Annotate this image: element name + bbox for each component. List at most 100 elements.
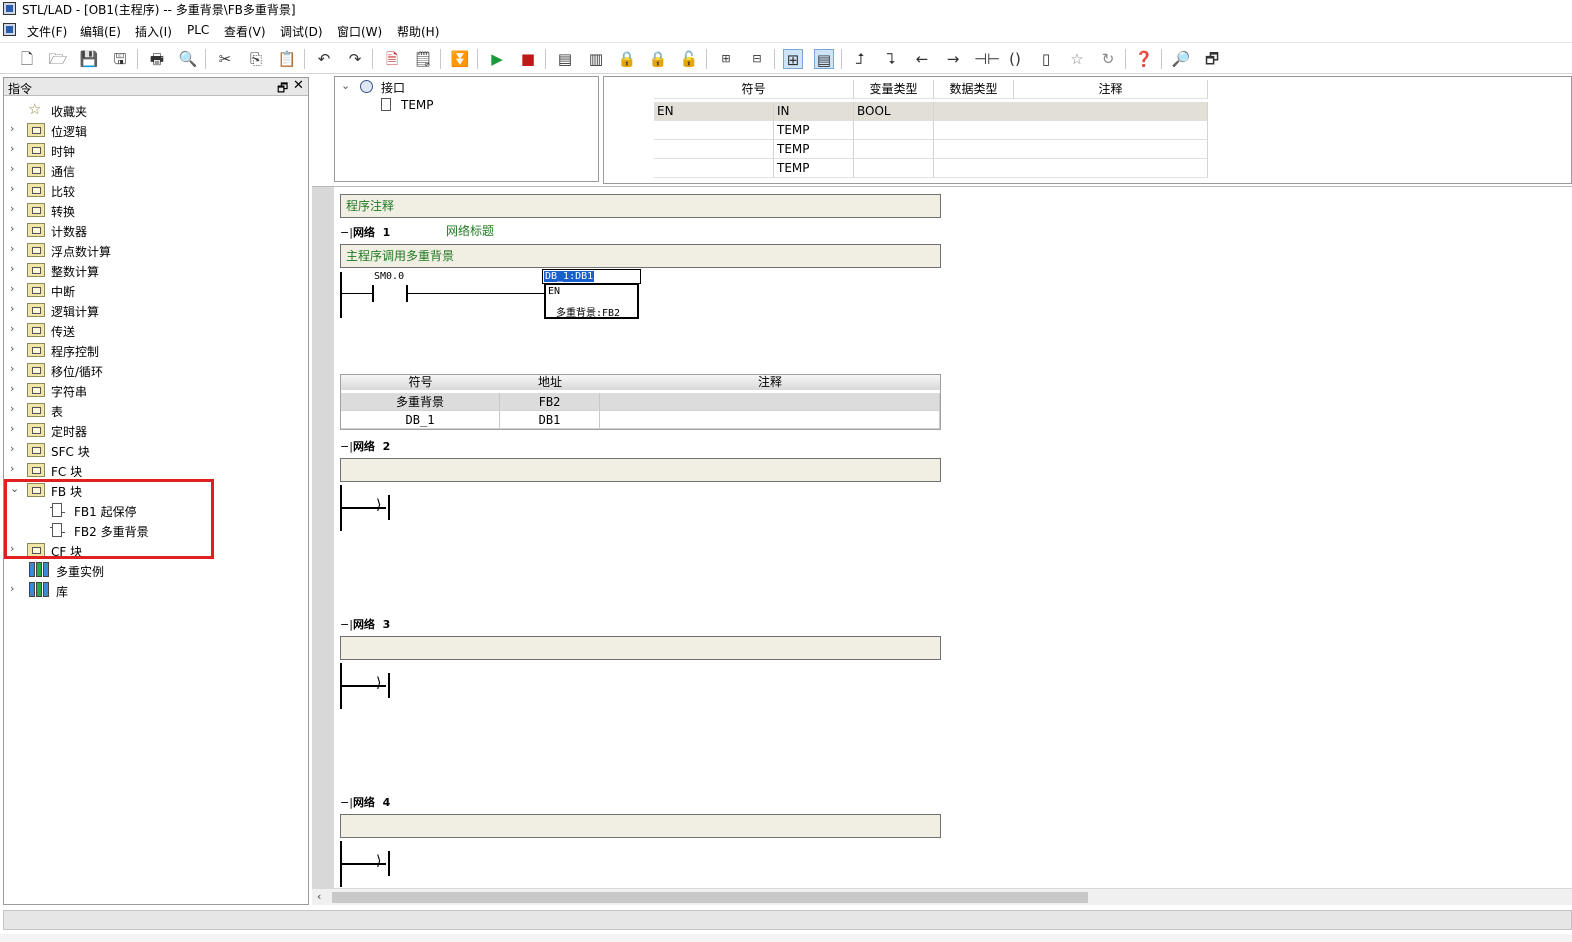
tree-item-bit-logic[interactable]: › 位逻辑 (4, 120, 308, 140)
tree-item-table[interactable]: › 表 (4, 400, 308, 420)
tree-item-clock[interactable]: › 时钟 (4, 140, 308, 160)
chevron-right-icon[interactable]: › (10, 322, 20, 335)
tree-item-float-math[interactable]: › 浮点数计算 (4, 240, 308, 260)
unlock-icon[interactable]: 🔓 (679, 49, 699, 69)
context-help-icon[interactable]: ❓ (1134, 49, 1154, 69)
chevron-right-icon[interactable]: › (10, 422, 20, 435)
iface-cell[interactable]: BOOL (854, 102, 934, 121)
ladder-view-icon[interactable]: ⊞ (783, 49, 803, 69)
window-restore-icon[interactable]: 🗗 (1202, 49, 1222, 69)
tree-item-favorites[interactable]: ☆ 收藏夹 (4, 100, 308, 120)
tree-item-program-control[interactable]: › 程序控制 (4, 340, 308, 360)
iface-cell[interactable] (654, 140, 774, 159)
scroll-thumb[interactable] (332, 892, 1088, 903)
chevron-right-icon[interactable]: › (10, 362, 20, 375)
copy-icon[interactable]: ⎘ (246, 49, 266, 69)
iface-cell[interactable] (854, 140, 934, 159)
network-3-comment[interactable] (340, 636, 941, 660)
menu-edit[interactable]: 编辑(E) (80, 23, 121, 40)
st-cell[interactable]: DB1 (500, 411, 600, 429)
network-2-title[interactable]: −|网络 2 (340, 438, 390, 454)
tree-item-move[interactable]: › 传送 (4, 320, 308, 340)
instance-db-field[interactable]: DB_1:DB1 (542, 269, 641, 284)
print-icon[interactable]: 🖶 (147, 49, 167, 69)
compile-all-icon[interactable]: 🗒 (413, 49, 433, 69)
line-down-icon[interactable]: ⮧ (881, 49, 901, 69)
undo-icon[interactable]: ↶ (314, 49, 334, 69)
iface-cell[interactable]: EN (654, 102, 774, 121)
menu-view[interactable]: 查看(V) (224, 23, 266, 40)
box-icon[interactable]: ▯ (1036, 49, 1056, 69)
tree-item-communication[interactable]: › 通信 (4, 160, 308, 180)
chevron-right-icon[interactable]: › (10, 582, 20, 595)
save-all-icon[interactable]: 🖫 (110, 49, 130, 69)
menu-debug[interactable]: 调试(D) (280, 23, 323, 40)
chevron-right-icon[interactable]: › (10, 182, 20, 195)
iface-cell[interactable] (934, 102, 1208, 121)
iface-cell[interactable] (654, 159, 774, 178)
float-icon[interactable]: 🗗 (277, 79, 288, 100)
chevron-right-icon[interactable]: › (10, 462, 20, 475)
unforce-icon[interactable]: ⊟ (747, 49, 767, 69)
cut-icon[interactable]: ✂ (215, 49, 235, 69)
document-icon[interactable] (3, 23, 16, 36)
program-comment[interactable]: 程序注释 (340, 194, 941, 218)
tree-item-interrupt[interactable]: › 中断 (4, 280, 308, 300)
tree-item-sfc-blocks[interactable]: › SFC 块 (4, 440, 308, 460)
lock-2-icon[interactable]: 🔒 (648, 49, 668, 69)
network-1-comment[interactable]: 主程序调用多重背景 (340, 244, 941, 268)
iface-cell[interactable] (654, 121, 774, 140)
st-cell[interactable]: 多重背景 (341, 393, 500, 411)
iface-cell[interactable]: TEMP (774, 140, 854, 159)
network-2-comment[interactable] (340, 458, 941, 482)
tree-item-logic-ops[interactable]: › 逻辑计算 (4, 300, 308, 320)
chevron-right-icon[interactable]: › (10, 342, 20, 355)
chevron-right-icon[interactable]: › (10, 282, 20, 295)
chevron-right-icon[interactable]: › (10, 162, 20, 175)
chevron-right-icon[interactable]: › (10, 382, 20, 395)
coil-icon[interactable]: () (1005, 49, 1025, 69)
download-icon[interactable]: ⏬ (450, 49, 470, 69)
paste-icon[interactable]: 📋 (277, 49, 297, 69)
force-icon[interactable]: ⊞ (716, 49, 736, 69)
menu-insert[interactable]: 插入(I) (135, 23, 172, 40)
chevron-right-icon[interactable]: › (10, 222, 20, 235)
tree-item-counters[interactable]: › 计数器 (4, 220, 308, 240)
function-block-box[interactable]: EN 多重背景:FB2 (544, 284, 639, 319)
chevron-right-icon[interactable]: › (10, 142, 20, 155)
compile-icon[interactable]: 🗎 (382, 49, 402, 69)
stop-icon[interactable]: ■ (518, 49, 538, 69)
iface-cell[interactable]: TEMP (774, 121, 854, 140)
tree-item-multi-instance[interactable]: 多重实例 (4, 560, 308, 580)
st-cell[interactable]: FB2 (500, 393, 600, 411)
tree-item-compare[interactable]: › 比较 (4, 180, 308, 200)
iface-cell[interactable] (934, 140, 1208, 159)
open-folder-icon[interactable]: 🗁 (48, 49, 68, 69)
line-left-icon[interactable]: ← (912, 49, 932, 69)
menu-help[interactable]: 帮助(H) (397, 23, 439, 40)
st-cell[interactable] (600, 393, 940, 411)
line-right-icon[interactable]: → (943, 49, 963, 69)
tree-item-convert[interactable]: › 转换 (4, 200, 308, 220)
chevron-right-icon[interactable]: › (10, 302, 20, 315)
iface-cell[interactable] (934, 121, 1208, 140)
chevron-right-icon[interactable]: › (10, 242, 20, 255)
iface-cell[interactable] (934, 159, 1208, 178)
iface-cell[interactable] (854, 121, 934, 140)
tree-item-integer-math[interactable]: › 整数计算 (4, 260, 308, 280)
redo-icon[interactable]: ↷ (345, 49, 365, 69)
horizontal-scrollbar[interactable]: ‹ (312, 888, 1572, 905)
ladder-editor[interactable]: 程序注释 −|网络 1 网络标题 主程序调用多重背景 SM0.0 DB_1:DB… (312, 186, 1572, 889)
lock-icon[interactable]: 🔒 (617, 49, 637, 69)
chevron-right-icon[interactable]: › (10, 122, 20, 135)
chevron-right-icon[interactable]: › (10, 402, 20, 415)
scroll-left-icon[interactable]: ‹ (317, 890, 321, 903)
line-up-icon[interactable]: ⮥ (850, 49, 870, 69)
interface-root[interactable]: 接口 (381, 79, 405, 96)
network-1-title[interactable]: −|网络 1 (340, 224, 390, 240)
program-status-icon[interactable]: ▤ (555, 49, 575, 69)
iface-cell[interactable] (854, 159, 934, 178)
tree-item-timers[interactable]: › 定时器 (4, 420, 308, 440)
refresh-icon[interactable]: ↻ (1098, 49, 1118, 69)
iface-cell[interactable]: TEMP (774, 159, 854, 178)
